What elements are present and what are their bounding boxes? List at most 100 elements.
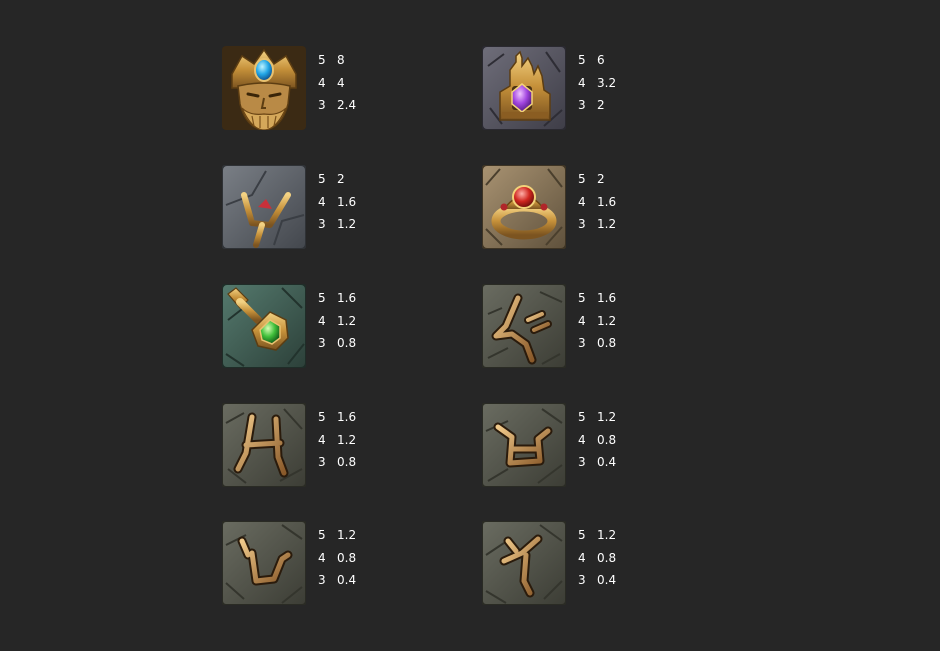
payout-value: 1.2 (597, 528, 617, 542)
symbol-count: 4 (318, 313, 326, 328)
symbol-count: 5 (318, 410, 326, 424)
payout-row: 5 1.6 (318, 406, 388, 429)
payout-row: 3 1.2 (578, 213, 648, 236)
rune-stone-y-icon (482, 521, 566, 605)
symbol-count: 5 (578, 172, 586, 186)
symbol-count: 4 (578, 313, 586, 328)
payout-value: 4 (337, 75, 345, 90)
symbol-count: 3 (578, 573, 586, 587)
payout-value: 1.6 (337, 410, 357, 424)
payout-row: 4 0.8 (578, 547, 648, 570)
payout-value: 0.4 (337, 573, 357, 587)
payout-value: 8 (337, 53, 345, 67)
payout-value: 1.2 (597, 217, 617, 231)
paytable: 5 1.2 4 0.8 3 0.4 (318, 524, 388, 592)
symbol-count: 4 (578, 75, 586, 90)
payout-value: 2 (597, 98, 605, 112)
symbol-count: 4 (318, 550, 326, 565)
payout-value: 1.2 (337, 528, 357, 542)
payout-row: 5 1.2 (318, 524, 388, 547)
poseidon-head-icon (222, 46, 306, 130)
payout-row: 4 3.2 (578, 72, 648, 95)
payout-row: 52 (578, 168, 648, 191)
symbol-count: 4 (318, 194, 326, 209)
payout-row: 58 (318, 49, 388, 72)
payout-row: 5 1.6 (318, 287, 388, 310)
paytable: 5 1.2 4 0.8 3 0.4 (578, 524, 648, 592)
trident-icon (222, 165, 306, 249)
payout-row: 56 (578, 49, 648, 72)
payout-value: 2 (597, 172, 605, 186)
payout-value: 1.6 (337, 291, 357, 305)
symbol-count: 4 (578, 432, 586, 447)
payout-value: 0.8 (337, 455, 357, 469)
symbol-count: 3 (578, 336, 586, 350)
payout-row: 4 1.2 (578, 310, 648, 333)
symbol-count: 3 (318, 573, 326, 587)
payout-value: 1.2 (597, 313, 617, 328)
rune-stone-b-icon (482, 403, 566, 487)
payout-row: 5 1.2 (578, 524, 648, 547)
payout-row: 32 (578, 94, 648, 117)
symbol-count: 3 (318, 217, 326, 231)
payout-value: 0.4 (597, 573, 617, 587)
payout-value: 0.8 (337, 550, 357, 565)
paytable: 56 4 3.2 32 (578, 49, 648, 117)
payout-value: 1.2 (597, 410, 617, 424)
symbol-count: 3 (318, 98, 326, 112)
symbol-count: 3 (318, 336, 326, 350)
rune-stone-h-icon (222, 403, 306, 487)
emerald-key-icon (222, 284, 306, 368)
paytable: 5 1.6 4 1.2 3 0.8 (318, 287, 388, 355)
payout-value: 1.6 (337, 194, 357, 209)
payout-value: 0.4 (597, 455, 617, 469)
payout-row: 5 1.2 (578, 406, 648, 429)
symbol-count: 4 (578, 550, 586, 565)
paytable: 58 44 3 2.4 (318, 49, 388, 117)
payout-row: 3 0.4 (578, 451, 648, 474)
payout-value: 0.8 (597, 550, 617, 565)
payout-row: 4 1.2 (318, 429, 388, 452)
symbol-count: 4 (578, 194, 586, 209)
payout-value: 6 (597, 53, 605, 67)
symbol-count: 4 (318, 75, 326, 90)
payout-row: 3 0.8 (578, 332, 648, 355)
symbol-count: 3 (578, 455, 586, 469)
ruby-ring-icon (482, 165, 566, 249)
payout-value: 2 (337, 172, 345, 186)
payout-row: 4 1.6 (578, 191, 648, 214)
payout-row: 3 0.4 (578, 569, 648, 592)
purple-gem-crown-icon (482, 46, 566, 130)
paytable: 5 1.6 4 1.2 3 0.8 (318, 406, 388, 474)
rune-stone-u-icon (222, 521, 306, 605)
payout-value: 1.2 (337, 432, 357, 447)
symbol-count: 5 (578, 410, 586, 424)
symbol-count: 3 (578, 98, 586, 112)
paytable: 5 1.2 4 0.8 3 0.4 (578, 406, 648, 474)
symbol-count: 4 (318, 432, 326, 447)
payout-value: 0.8 (337, 336, 357, 350)
payout-row: 3 0.4 (318, 569, 388, 592)
payout-row: 3 0.8 (318, 451, 388, 474)
payout-row: 3 1.2 (318, 213, 388, 236)
payout-row: 4 1.2 (318, 310, 388, 333)
symbol-count: 5 (578, 53, 586, 67)
symbol-count: 5 (318, 53, 326, 67)
paytable: 52 4 1.6 3 1.2 (578, 168, 648, 236)
payout-value: 3.2 (597, 75, 617, 90)
payout-value: 2.4 (337, 98, 357, 112)
symbol-count: 3 (578, 217, 586, 231)
payout-row: 44 (318, 72, 388, 95)
payout-value: 1.6 (597, 291, 617, 305)
symbol-count: 3 (318, 455, 326, 469)
symbol-count: 5 (318, 172, 326, 186)
rune-stone-a-icon (482, 284, 566, 368)
payout-row: 4 0.8 (578, 429, 648, 452)
payout-row: 5 1.6 (578, 287, 648, 310)
payout-value: 1.2 (337, 313, 357, 328)
symbol-count: 5 (318, 291, 326, 305)
payout-row: 4 0.8 (318, 547, 388, 570)
payout-value: 0.8 (597, 336, 617, 350)
payout-row: 3 2.4 (318, 94, 388, 117)
symbol-count: 5 (578, 291, 586, 305)
